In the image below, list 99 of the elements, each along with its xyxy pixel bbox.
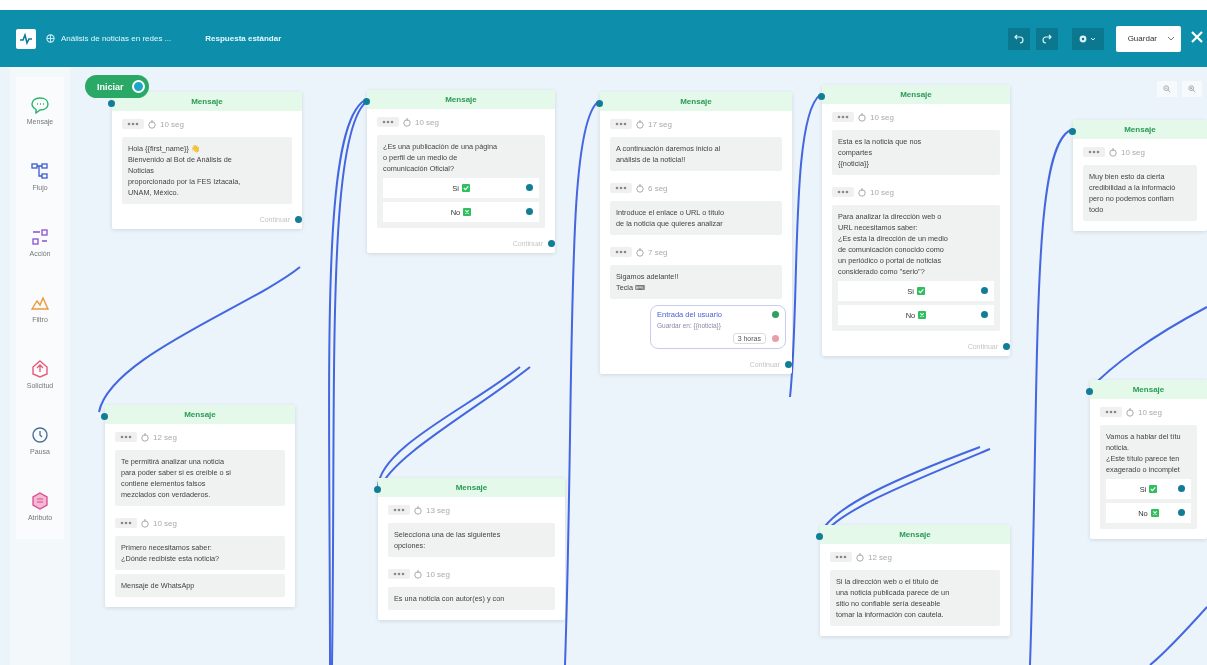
check-icon [461,184,470,192]
card-title: Mensaje [822,85,1010,104]
connection-port[interactable] [526,184,533,191]
timer-icon [1126,407,1134,417]
settings-button[interactable] [1071,27,1104,50]
delay-time: 6 seg [648,183,668,193]
delay-time: 10 seg [426,569,451,579]
settings-icon [1077,33,1098,44]
connection-port[interactable] [785,361,792,368]
delay-time: 10 seg [870,112,895,122]
typing-dots-icon [610,247,632,257]
cross-icon [918,311,927,319]
timer-icon [636,119,644,129]
card-title: Mensaje [112,92,302,111]
connection-port[interactable] [101,413,108,420]
timer-icon [858,187,866,197]
timer-icon [414,505,422,515]
timer-icon [141,432,149,442]
connection-port[interactable] [1178,485,1185,492]
response-type-link[interactable]: Respuesta estándar [205,34,282,43]
typing-dots-icon [830,552,852,562]
check-icon [916,287,925,295]
connection-port[interactable] [548,240,555,247]
timer-icon [636,183,644,193]
clock-icon [30,425,50,444]
logo-icon [16,28,36,49]
timer-icon [403,117,411,127]
action-icon [30,227,50,246]
timer-icon [141,518,149,528]
timer-icon [1109,147,1117,157]
redo-icon [1041,33,1052,44]
typing-dots-icon [832,187,854,197]
redo-button[interactable] [1035,27,1058,50]
delay-time: 7 seg [648,247,668,257]
card-title: Mensaje [600,92,792,111]
delay-time: 10 seg [870,187,895,197]
delay-time: 12 seg [153,432,178,442]
connection-port[interactable] [295,216,302,223]
connection-port[interactable] [818,93,825,100]
timer-icon [858,112,866,122]
cross-icon [1150,509,1159,517]
connection-port[interactable] [981,311,988,318]
typing-dots-icon [388,505,410,515]
delay-time: 17 seg [648,119,673,129]
typing-dots-icon [1083,147,1105,157]
save-button[interactable]: Guardar [1115,25,1181,52]
delay-time: 10 seg [160,119,185,129]
typing-dots-icon [832,112,854,122]
undo-button[interactable] [1007,27,1030,50]
upload-icon [30,359,50,378]
typing-dots-icon [1100,407,1122,417]
undo-icon [1013,33,1024,44]
connection-port[interactable] [108,100,115,107]
typing-dots-icon [388,569,410,579]
check-icon [1149,485,1158,493]
connection-port[interactable] [374,486,381,493]
typing-dots-icon [122,119,144,129]
timer-icon [856,552,864,562]
connection-port[interactable] [772,311,779,318]
connector-line [1149,606,1207,665]
card-title: Mensaje [367,90,555,109]
delay-time: 10 seg [415,117,440,127]
flow-name[interactable]: Análisis de noticias en redes ... [61,34,172,43]
delay-time: 10 seg [1121,147,1146,157]
connection-port[interactable] [981,287,988,294]
delay-time: 12 seg [868,552,893,562]
caret-icon [1167,35,1175,42]
card-title: Mensaje [1073,120,1207,139]
cross-icon [463,208,472,216]
delay-time: 10 seg [1138,407,1163,417]
hexagon-icon [30,491,50,510]
delay-time: 10 seg [153,518,178,528]
typing-dots-icon [115,432,137,442]
timer-icon [414,569,422,579]
connection-port[interactable] [1069,128,1076,135]
connection-port[interactable] [131,80,145,93]
card-title: Mensaje [1090,380,1207,399]
connection-port[interactable] [526,208,533,215]
chat-bubble-icon [30,95,50,114]
start-button[interactable]: Iniciar [85,75,149,98]
close-icon [1191,31,1203,43]
connection-port[interactable] [596,100,603,107]
connection-port[interactable] [363,98,370,105]
delay-time: 13 seg [426,505,451,515]
typing-dots-icon [610,183,632,193]
card-title: Mensaje [378,478,565,497]
timer-icon [636,247,644,257]
card-title: Mensaje [820,525,1010,544]
connection-port[interactable] [1178,509,1185,516]
card-title: Mensaje [105,405,295,424]
connection-port[interactable] [1003,343,1010,350]
connection-port[interactable] [816,533,823,540]
timer-icon [148,119,156,129]
typing-dots-icon [377,117,399,127]
globe-icon [46,34,55,43]
flowchart-icon [30,161,50,180]
typing-dots-icon [115,518,137,528]
connection-port[interactable] [1086,388,1093,395]
typing-dots-icon [610,119,632,129]
